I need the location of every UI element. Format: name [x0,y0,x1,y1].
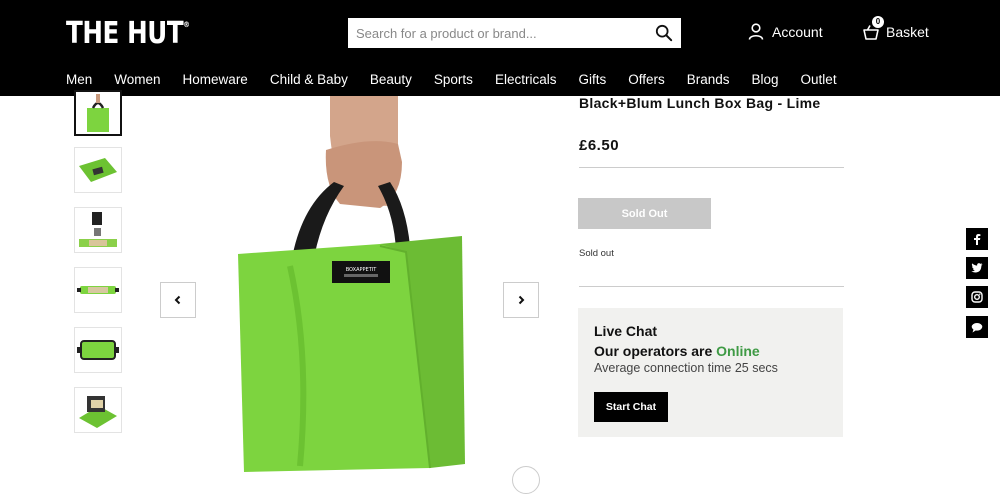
thumbnail-5[interactable] [74,327,122,373]
thumbnail-image [77,340,119,360]
instagram-button[interactable] [966,286,988,308]
basket-count-badge: 0 [872,16,884,28]
search-icon[interactable] [655,24,673,42]
product-title: Black+Blum Lunch Box Bag - Lime [579,95,821,111]
facebook-icon [974,234,981,245]
divider [579,167,844,168]
basket-label: Basket [886,24,929,40]
thumbnail-6[interactable] [74,387,122,433]
nav-item-men[interactable]: Men [66,72,92,87]
chat-button[interactable] [966,316,988,338]
next-image-button[interactable] [503,282,539,318]
nav-item-beauty[interactable]: Beauty [370,72,412,87]
nav-item-women[interactable]: Women [114,72,160,87]
thumbnail-2[interactable] [74,147,122,193]
online-status: Online [716,343,760,359]
operators-prefix: Our operators are [594,343,717,359]
main-nav: Men Women Homeware Child & Baby Beauty S… [66,72,859,87]
search-bar [348,18,681,48]
operators-status-line: Our operators are Online [594,343,760,359]
nav-item-homeware[interactable]: Homeware [183,72,248,87]
thumbnail-3[interactable] [74,207,122,253]
prev-image-button[interactable] [160,282,196,318]
user-icon [748,23,764,40]
twitter-button[interactable] [966,257,988,279]
product-price: £6.50 [579,137,620,154]
product-main-image: BOXAPPETIT [230,96,480,472]
thumbnail-4[interactable] [74,267,122,313]
chevron-right-icon [518,295,525,305]
live-chat-title: Live Chat [594,323,658,339]
logo-registered-mark: ® [183,20,190,29]
start-chat-button[interactable]: Start Chat [594,392,668,422]
chevron-left-icon [174,295,181,305]
nav-item-child-baby[interactable]: Child & Baby [270,72,348,87]
stock-status: Sold out [579,248,614,259]
nav-item-offers[interactable]: Offers [628,72,665,87]
live-chat-panel: Live Chat Our operators are Online Avera… [578,308,843,437]
thumbnail-image [79,212,117,247]
nav-item-sports[interactable]: Sports [434,72,473,87]
sold-out-button[interactable]: Sold Out [578,198,711,229]
product-image: BOXAPPETIT [238,96,465,472]
search-input[interactable] [348,18,648,48]
account-link[interactable]: Account [748,23,823,40]
twitter-icon [971,263,983,273]
nav-item-gifts[interactable]: Gifts [578,72,606,87]
chat-icon [971,322,983,332]
nav-item-electricals[interactable]: Electricals [495,72,557,87]
zoom-button[interactable] [512,466,540,494]
thumbnail-image [87,94,109,132]
nav-item-brands[interactable]: Brands [687,72,730,87]
facebook-button[interactable] [966,228,988,250]
instagram-icon [971,291,983,303]
thumbnail-image [77,286,119,294]
site-header: THE HUT® Account 0 Basket Men Women Home… [0,0,1000,96]
divider [579,286,844,287]
logo-text: THE HUT [66,16,184,51]
nav-item-blog[interactable]: Blog [752,72,779,87]
thumbnail-image [79,158,117,182]
connection-time: Average connection time 25 secs [594,361,778,375]
nav-item-outlet[interactable]: Outlet [801,72,837,87]
basket-link[interactable]: 0 Basket [862,16,929,41]
thumbnail-image [79,396,117,428]
site-logo[interactable]: THE HUT® [66,16,190,51]
account-label: Account [772,23,823,40]
thumbnail-1[interactable] [74,90,122,136]
bag-tag-text: BOXAPPETIT [346,267,378,273]
